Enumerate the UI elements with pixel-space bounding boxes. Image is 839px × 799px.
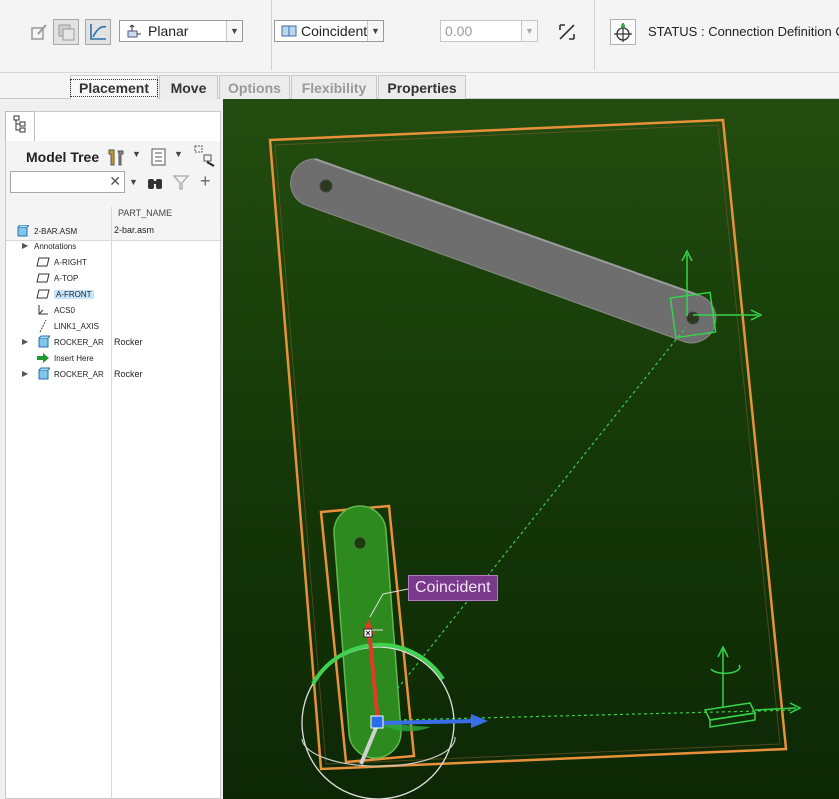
axis-icon <box>36 319 50 333</box>
tree-item[interactable]: ROCKER_AR <box>36 334 104 350</box>
planar-connection-icon <box>126 23 144 39</box>
part-icon <box>36 367 50 380</box>
component-placement-dashboard: Planar ▼ Coincident ▼ 0.00 ▼ STATUS : Co… <box>0 0 839 73</box>
connection-type-value: Planar <box>148 23 189 39</box>
settings-icon[interactable] <box>106 147 126 172</box>
tab-flexibility[interactable]: Flexibility <box>291 75 377 99</box>
user-defined-icon[interactable] <box>26 19 52 45</box>
offset-input[interactable]: 0.00 ▼ <box>440 20 538 42</box>
connection-type-dropdown[interactable]: Planar ▼ <box>119 20 243 42</box>
tree-item[interactable]: 2-BAR.ASM <box>16 223 77 239</box>
tree-item[interactable]: Insert Here <box>36 350 94 366</box>
coordinate-system-icon <box>36 304 50 316</box>
tab-properties[interactable]: Properties <box>378 75 466 99</box>
graphics-window[interactable]: Coincident <box>223 99 839 799</box>
tab-placement[interactable]: Placement <box>69 75 159 99</box>
dashboard-tabs: Placement Move Options Flexibility Prope… <box>0 73 839 99</box>
tree-item[interactable]: ROCKER_AR <box>36 366 104 382</box>
tree-item[interactable]: LINK1_AXIS <box>36 318 99 334</box>
expand-arrow-icon[interactable]: ▶ <box>22 369 28 378</box>
tree-part-name: 2-bar.asm <box>114 225 155 235</box>
show-in-graphics-window-icon[interactable] <box>85 19 111 45</box>
flip-icon[interactable] <box>554 19 580 45</box>
datum-plane-icon <box>36 272 50 284</box>
tree-part-name: Rocker <box>114 337 143 347</box>
show-menu-icon[interactable] <box>150 147 168 172</box>
status-icon[interactable] <box>610 19 636 45</box>
find-icon[interactable] <box>146 173 164 196</box>
tree-part-name: Rocker <box>114 369 143 379</box>
chevron-down-icon[interactable]: ▼ <box>129 177 138 187</box>
chevron-down-icon[interactable]: ▼ <box>132 149 141 159</box>
chevron-down-icon[interactable]: ▼ <box>521 21 537 41</box>
toolbar-separator <box>271 0 272 70</box>
constraint-type-dropdown[interactable]: Coincident ▼ <box>274 20 384 42</box>
constraint-type-value: Coincident <box>301 23 368 39</box>
constraint-label[interactable]: Coincident <box>408 575 498 601</box>
upper-link[interactable] <box>290 158 717 344</box>
chevron-down-icon[interactable]: ▼ <box>367 21 383 41</box>
model-tree-tab[interactable] <box>5 111 35 141</box>
model-tree-icon <box>13 115 27 138</box>
model-tree-title: Model Tree <box>26 149 100 165</box>
expand-arrow-icon[interactable]: ▶ <box>22 337 28 346</box>
model-tree-search-input[interactable]: ✕ <box>10 171 125 193</box>
filter-icon[interactable] <box>172 173 190 196</box>
status-text: STATUS : Connection Definition C <box>648 24 839 39</box>
tree-column-header: PART_NAME <box>6 207 220 221</box>
expand-arrow-icon[interactable]: ▶ <box>22 241 28 250</box>
column-divider[interactable] <box>111 207 112 799</box>
clear-search-icon[interactable]: ✕ <box>109 173 121 190</box>
separate-window-icon[interactable] <box>53 19 79 45</box>
tree-item[interactable]: ACS0 <box>36 302 75 318</box>
chevron-down-icon[interactable]: ▼ <box>226 21 242 41</box>
navigator-panel: Model Tree ▼ ▼ ✕ ▼ + PART_NAME 2-BAR.ASM… <box>0 99 223 799</box>
chevron-down-icon[interactable]: ▼ <box>174 149 183 159</box>
datum-plane-icon <box>36 288 50 300</box>
scene-svg <box>268 118 802 799</box>
app-window: Planar ▼ Coincident ▼ 0.00 ▼ STATUS : Co… <box>0 0 839 799</box>
part-name-column-header[interactable]: PART_NAME <box>118 208 172 218</box>
tree-item[interactable]: Annotations <box>34 238 76 254</box>
tree-filters-icon[interactable] <box>194 145 216 172</box>
offset-value: 0.00 <box>445 23 473 39</box>
assembly-icon <box>16 225 30 237</box>
tab-options[interactable]: Options <box>219 75 290 99</box>
part-icon <box>36 335 50 348</box>
add-icon[interactable]: + <box>200 171 211 192</box>
tree-item[interactable]: A-RIGHT <box>36 254 87 270</box>
lower-right-coordinate-frame[interactable] <box>703 645 802 728</box>
tree-item[interactable]: A-TOP <box>36 270 78 286</box>
tab-move[interactable]: Move <box>159 75 218 99</box>
tree-item-selected[interactable]: A-FRONT <box>36 286 94 302</box>
insert-here-icon <box>36 352 50 364</box>
toolbar-separator <box>594 0 595 70</box>
coincident-icon <box>281 24 299 38</box>
datum-plane-icon <box>36 256 50 268</box>
